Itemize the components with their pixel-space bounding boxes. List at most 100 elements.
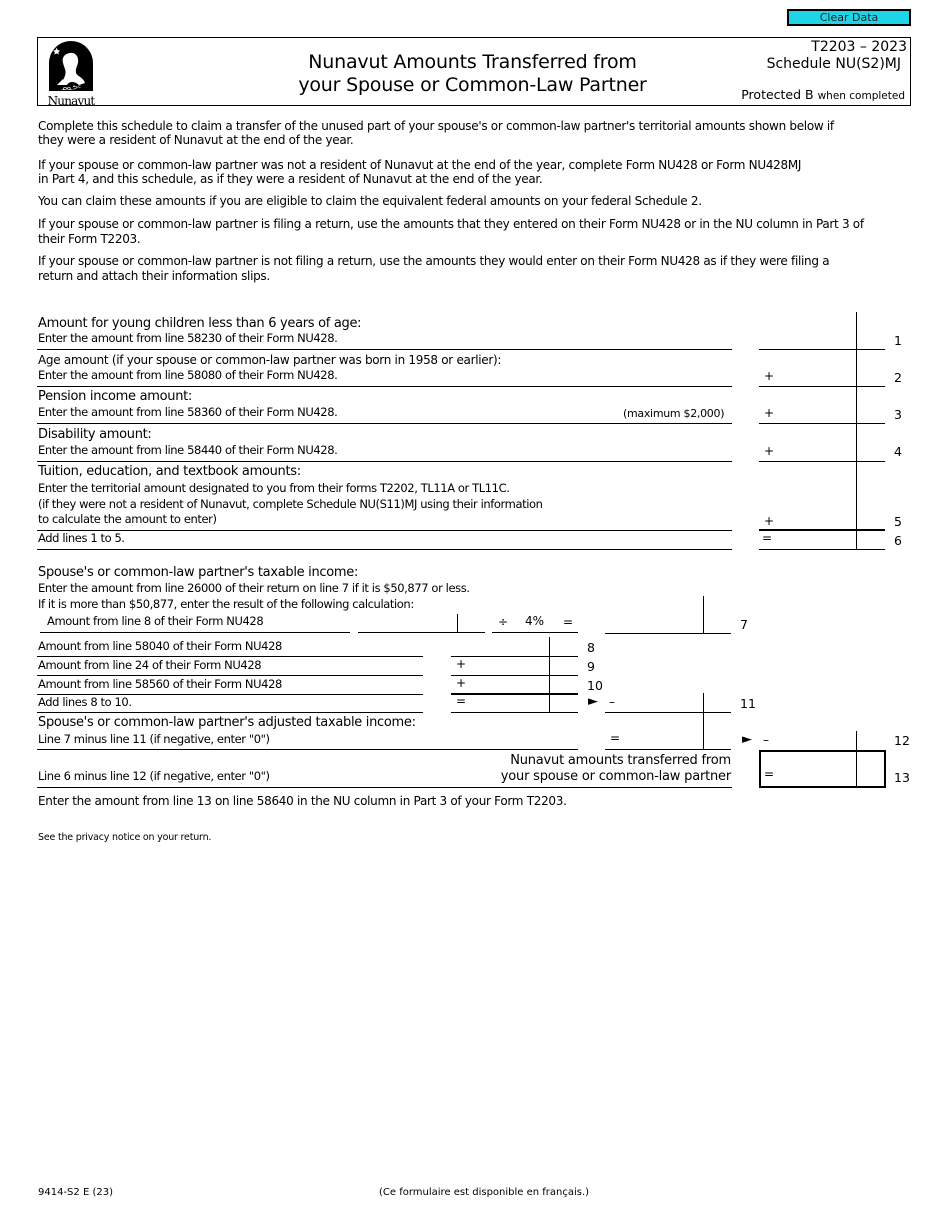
line5-field-rule <box>759 529 885 531</box>
line3-plus: + <box>764 406 775 420</box>
line10-label: Amount from line 58560 of their Form NU4… <box>38 677 282 691</box>
line2-number: 2 <box>894 370 902 385</box>
line9-number: 9 <box>587 659 595 674</box>
calc-label-rule <box>40 632 350 633</box>
line4-plus: + <box>764 444 775 458</box>
nunavut-logo: ᓄᓇᕗᑦ Nunavut <box>45 41 97 107</box>
line11-divider <box>703 693 704 750</box>
line11-number: 11 <box>740 696 756 711</box>
line5-detail-2: (if they were not a resident of Nunavut,… <box>38 497 543 511</box>
line8-amount-input[interactable] <box>465 640 545 655</box>
line13-title-1: Nunavut amounts transferred from <box>510 753 731 768</box>
form-title-line2: your Spouse or Common-Law Partner <box>298 74 647 96</box>
line3-detail: Enter the amount from line 58360 of thei… <box>38 405 338 419</box>
adjusted-income-input[interactable] <box>622 733 700 748</box>
form-code: 9414-S2 E (23) <box>38 1187 113 1198</box>
line6-rule <box>37 549 732 550</box>
line4-amount-input[interactable] <box>776 445 852 460</box>
line11-subtotal-input[interactable] <box>468 696 545 711</box>
schedule-id: Schedule NU(S2)MJ <box>766 56 901 72</box>
line2-detail: Enter the amount from line 58080 of thei… <box>38 368 338 382</box>
line12-arrow-icon: ► <box>742 732 752 747</box>
calc-divide: ÷ <box>498 615 509 629</box>
intro-4b: their Form T2203. <box>38 232 141 246</box>
line5-plus: + <box>764 514 775 528</box>
line1-amount-input[interactable] <box>760 333 852 348</box>
calc-equals: = <box>563 615 574 629</box>
line1-detail: Enter the amount from line 58230 of thei… <box>38 331 338 345</box>
line6-number: 6 <box>894 533 902 548</box>
line5-number: 5 <box>894 514 902 529</box>
line9-amount-input[interactable] <box>468 659 545 674</box>
line13-label: Line 6 minus line 12 (if negative, enter… <box>38 769 270 783</box>
line5-detail-3: to calculate the amount to enter) <box>38 512 217 526</box>
line6-field-rule <box>759 549 885 550</box>
line5-amount-input[interactable] <box>776 514 852 529</box>
line11-arrow-icon: ► <box>588 694 598 709</box>
income-detail-2: If it is more than $50,877, enter the re… <box>38 597 414 611</box>
line2-amount-input[interactable] <box>776 370 852 385</box>
adjusted-income-heading: Spouse's or common-law partner's adjuste… <box>38 715 416 730</box>
line12-minus: – <box>763 733 769 747</box>
line4-heading: Disability amount: <box>38 427 152 442</box>
line7-amount-input[interactable] <box>608 616 700 631</box>
line6-detail: Add lines 1 to 5. <box>38 531 125 545</box>
nunavut-crest-icon: ᓄᓇᕗᑦ <box>49 41 93 92</box>
line10-plus: + <box>456 676 467 690</box>
line3-rule <box>37 423 732 424</box>
line2-field-rule <box>759 386 885 387</box>
closing-instruction: Enter the amount from line 13 on line 58… <box>38 794 567 808</box>
line1-field-rule <box>759 349 885 350</box>
line11-equals: = <box>456 694 467 708</box>
line11-rule <box>37 712 423 713</box>
line12-number: 12 <box>894 733 910 748</box>
line3-amount-input[interactable] <box>776 407 852 422</box>
line4-rule <box>37 461 732 462</box>
adjusted-income-detail: Line 7 minus line 11 (if negative, enter… <box>38 732 270 746</box>
line1-number: 1 <box>894 333 902 348</box>
line9-field-rule <box>451 675 578 676</box>
line9-plus: + <box>456 657 467 671</box>
line9-rule <box>37 675 423 676</box>
line13-amount-input[interactable] <box>776 768 852 783</box>
form-header: ᓄᓇᕗᑦ Nunavut Nunavut Amounts Transferred… <box>37 37 911 107</box>
logo-wordmark: Nunavut <box>47 94 96 108</box>
line2-rule <box>37 386 732 387</box>
clear-data-button[interactable]: Clear Data <box>787 9 911 26</box>
line9-label: Amount from line 24 of their Form NU428 <box>38 658 262 672</box>
intro-4a: If your spouse or common-law partner is … <box>38 217 864 231</box>
income-heading: Spouse's or common-law partner's taxable… <box>38 565 359 580</box>
line13-rule <box>37 787 732 788</box>
line7-rule <box>605 633 731 634</box>
intro-2b: in Part 4, and this schedule, as if they… <box>38 172 543 186</box>
line12-amount-input[interactable] <box>776 733 852 748</box>
line3-maximum-note: (maximum $2,000) <box>623 407 725 420</box>
intro-2a: If your spouse or common-law partner was… <box>38 158 802 172</box>
adjusted-field-rule <box>605 749 731 750</box>
intro-3: You can claim these amounts if you are e… <box>38 194 702 208</box>
line11-amount-input[interactable] <box>620 696 700 711</box>
form-id: T2203 – 2023 <box>811 39 907 55</box>
line1-heading: Amount for young children less than 6 ye… <box>38 316 362 331</box>
line10-amount-input[interactable] <box>468 677 545 692</box>
intro-5a: If your spouse or common-law partner is … <box>38 254 830 268</box>
form-title-line1: Nunavut Amounts Transferred from <box>308 51 637 73</box>
line6-total-input[interactable] <box>776 533 852 548</box>
line8-field-rule <box>451 656 578 657</box>
protected-label: Protected B when completed <box>741 87 905 104</box>
calc-line8-amount-input[interactable] <box>360 615 454 630</box>
line1-rule <box>37 349 732 350</box>
line13-divider <box>856 750 857 787</box>
line5-detail: Enter the territorial amount designated … <box>38 481 510 495</box>
line2-plus: + <box>764 369 775 383</box>
line10-field-rule <box>451 693 578 695</box>
intro-5b: return and attach their information slip… <box>38 269 270 283</box>
income-detail-1: Enter the amount from line 26000 of thei… <box>38 581 470 595</box>
line11-label: Add lines 8 to 10. <box>38 695 132 709</box>
line4-field-rule <box>759 461 885 462</box>
line13-title-2: your spouse or common-law partner <box>500 769 731 784</box>
line2-heading: Age amount (if your spouse or common-law… <box>38 353 502 367</box>
line4-detail: Enter the amount from line 58440 of thei… <box>38 443 338 457</box>
protected-suffix: when completed <box>817 90 905 102</box>
french-availability-note: (Ce formulaire est disponible en françai… <box>379 1187 590 1198</box>
